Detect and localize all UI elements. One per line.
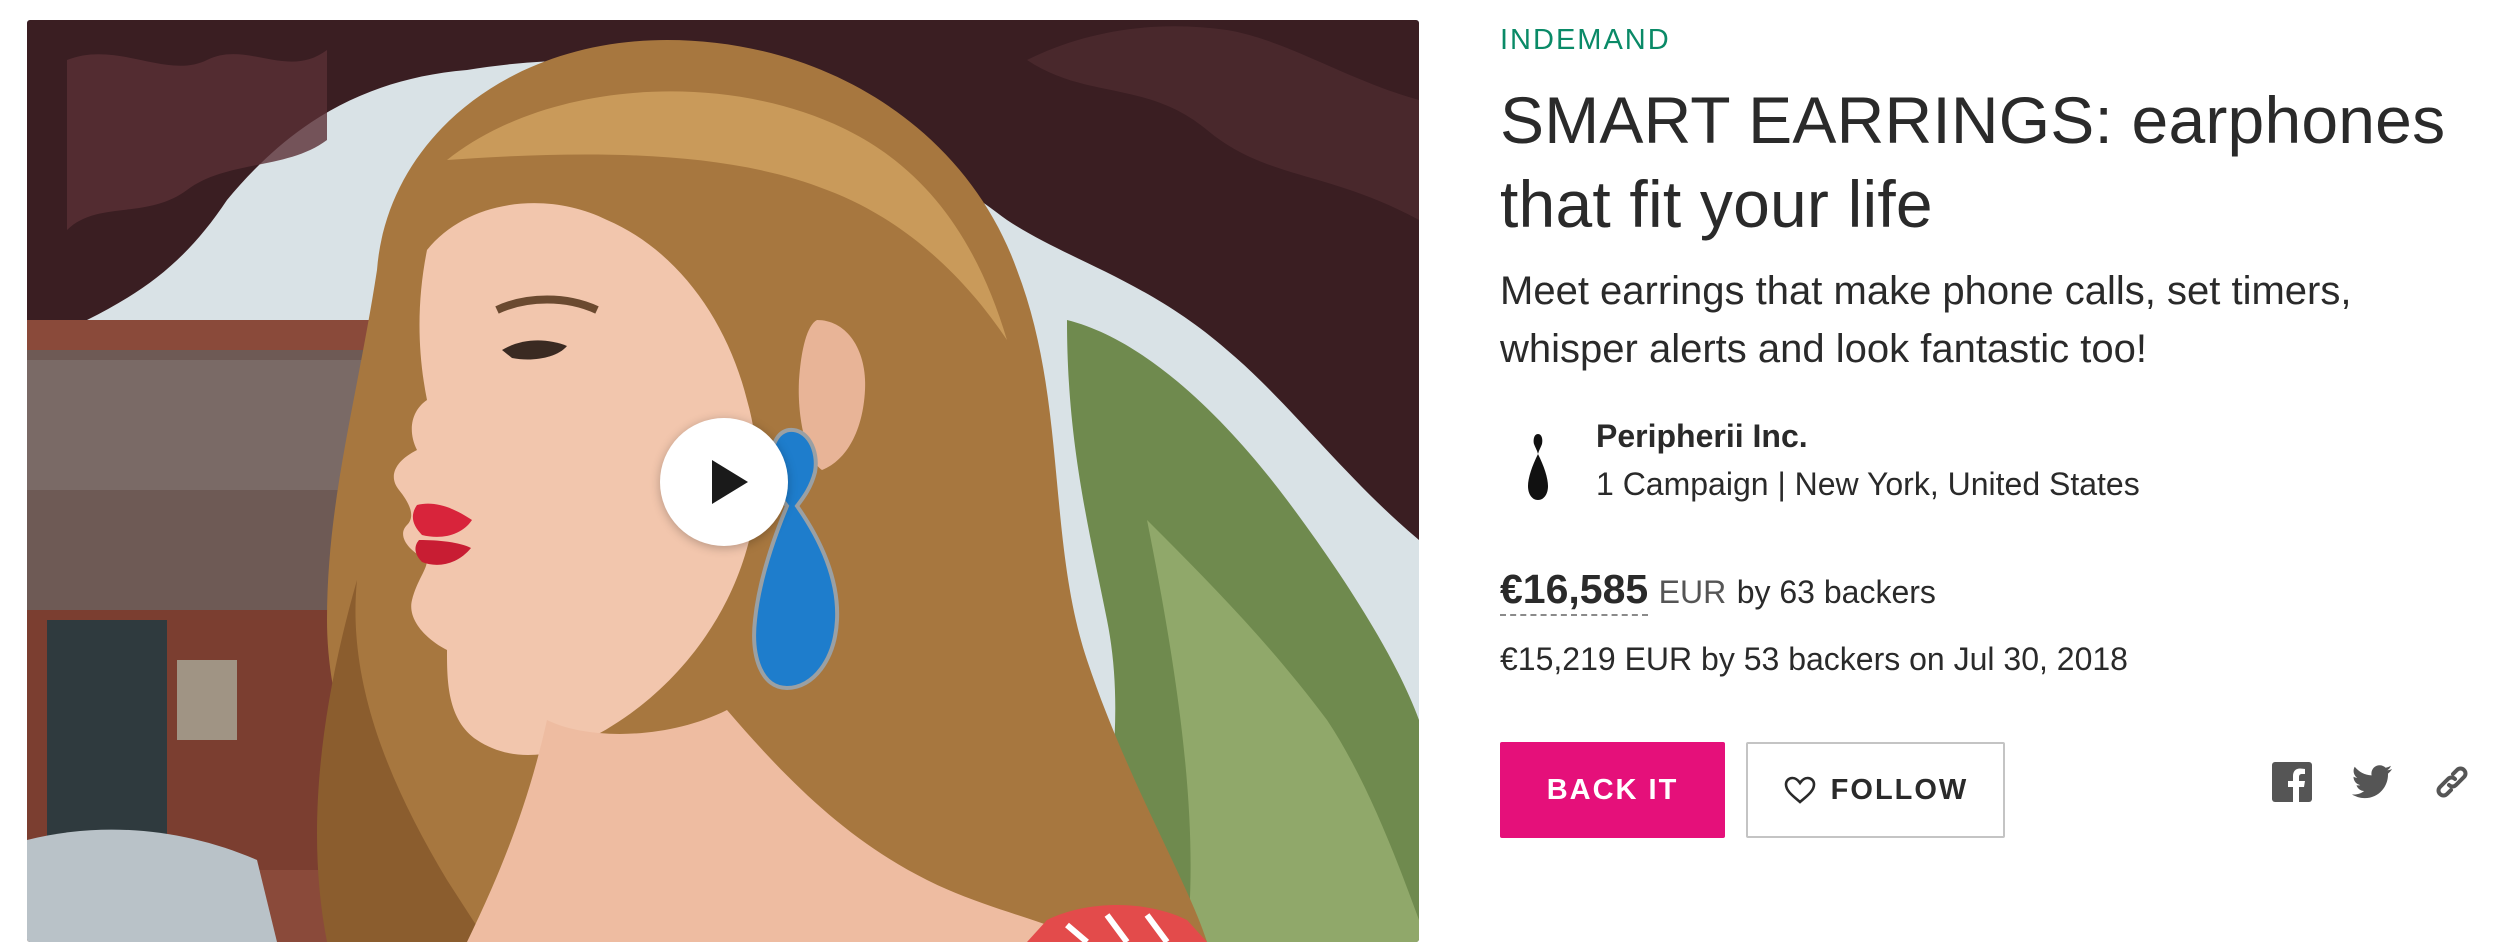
facebook-icon[interactable] <box>2270 760 2314 804</box>
platform-label[interactable]: INDEMAND <box>1500 24 1671 57</box>
owner-meta: 1 Campaign | New York, United States <box>1596 466 2140 502</box>
campaign-info-panel: INDEMAND SMART EARRINGS: earphones that … <box>1500 0 2480 952</box>
twitter-icon[interactable] <box>2350 760 2394 804</box>
raised-currency: EUR <box>1658 574 1727 610</box>
funding-history: €15,219 EUR by 53 backers on Jul 30, 201… <box>1500 641 2128 677</box>
heart-outline-icon <box>1784 776 1815 804</box>
play-button[interactable] <box>660 418 788 546</box>
campaign-video[interactable] <box>27 20 1419 942</box>
earring-drop-icon <box>1528 434 1548 500</box>
follow-label: FOLLOW <box>1830 773 1969 806</box>
play-icon <box>712 460 748 504</box>
campaign-tagline: Meet earrings that make phone calls, set… <box>1500 269 2352 371</box>
back-it-button[interactable]: BACK IT <box>1500 742 1725 838</box>
campaign-owner[interactable]: Peripherii Inc. 1 Campaign | New York, U… <box>1500 410 2400 510</box>
raised-amount[interactable]: €16,585 <box>1500 566 1649 616</box>
campaign-title: SMART EARRINGS: earphones that fit your … <box>1500 83 2446 241</box>
owner-name[interactable]: Peripherii Inc. <box>1596 418 1808 455</box>
raised-backers: by 63 backers <box>1736 574 1936 610</box>
follow-button[interactable]: FOLLOW <box>1746 742 2005 838</box>
link-icon[interactable] <box>2430 760 2474 804</box>
